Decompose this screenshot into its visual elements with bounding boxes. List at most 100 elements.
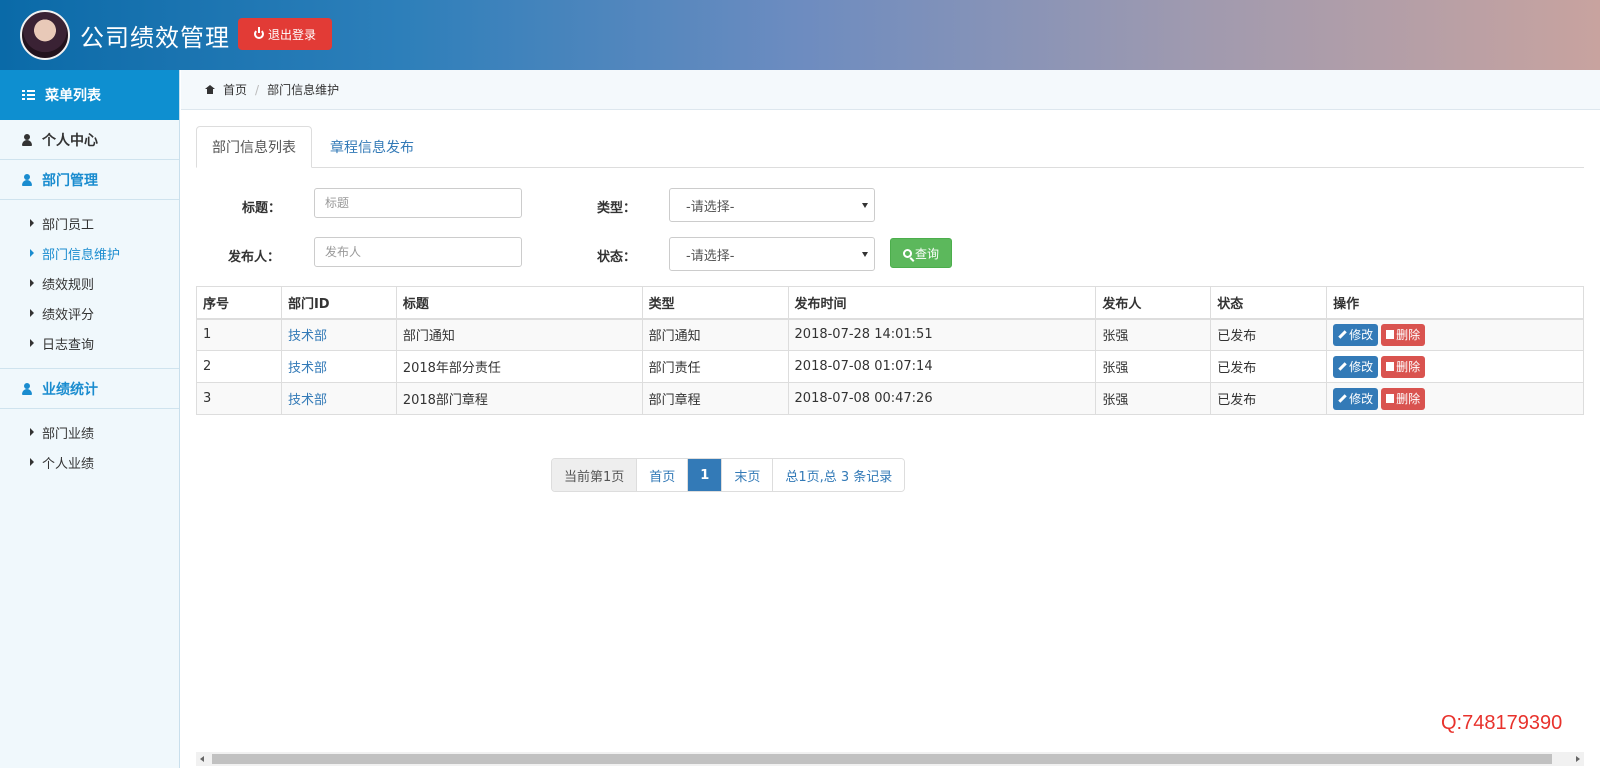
column-header: 发布时间 [787, 286, 1097, 320]
search-icon [902, 248, 912, 258]
cell-index: 1 [196, 318, 282, 351]
sidebar-item-label: 个人业绩 [42, 456, 95, 472]
query-button[interactable]: 查询 [890, 238, 952, 268]
sidebar-item-dept-info[interactable]: 部门信息维护 [0, 238, 179, 268]
pagination-last[interactable]: 末页 [722, 459, 774, 491]
delete-label: 删除 [1396, 392, 1421, 406]
app-title: 公司绩效管理 [80, 24, 230, 52]
caret-right-icon [30, 219, 34, 227]
user-icon [22, 173, 32, 186]
column-header: 操作 [1326, 286, 1584, 320]
sidebar-item-dept-staff[interactable]: 部门员工 [0, 208, 179, 238]
cell-status: 已发布 [1210, 350, 1328, 383]
sidebar-item-label: 绩效规则 [42, 277, 95, 293]
breadcrumb-home[interactable]: 首页 [223, 81, 247, 98]
tab-dept-info-list[interactable]: 部门信息列表 [196, 126, 312, 168]
cell-time: 2018-07-28 14:01:51 [787, 318, 1097, 351]
table-row: 3 技术部 2018部门章程 部门章程 2018-07-08 00:47:26 … [196, 382, 1584, 415]
delete-button[interactable]: 删除 [1381, 355, 1426, 378]
chevron-down-icon [862, 252, 868, 257]
sidebar-item-personal-performance[interactable]: 个人业绩 [0, 447, 179, 477]
edit-button[interactable]: 修改 [1333, 323, 1379, 346]
edit-label: 修改 [1349, 328, 1374, 343]
pencil-icon [1338, 394, 1347, 403]
watermark-text: Q:748179390 [1441, 712, 1563, 734]
type-select-value: -请选择- [686, 199, 735, 215]
sidebar-item-label: 个人中心 [42, 132, 98, 149]
column-header: 状态 [1210, 286, 1328, 320]
sidebar-item-label: 日志查询 [42, 337, 95, 353]
caret-right-icon [30, 339, 34, 347]
query-label: 查询 [914, 246, 939, 261]
dept-submenu: 部门员工 部门信息维护 绩效规则 绩效评分 日志查询 [0, 200, 179, 369]
pencil-icon [1338, 330, 1347, 339]
caret-right-icon [30, 279, 34, 287]
cell-type: 部门章程 [641, 382, 789, 415]
publisher-input[interactable] [314, 237, 522, 267]
sidebar-item-personal-center[interactable]: 个人中心 [0, 120, 179, 160]
delete-button[interactable]: 删除 [1381, 323, 1426, 346]
cell-time: 2018-07-08 01:07:14 [787, 350, 1097, 383]
table-row: 2 技术部 2018年部分责任 部门责任 2018-07-08 01:07:14… [196, 350, 1584, 383]
cell-type: 部门责任 [641, 350, 789, 383]
sidebar-item-label: 绩效评分 [42, 307, 95, 323]
pagination-current-info: 当前第1页 [552, 459, 638, 491]
edit-label: 修改 [1349, 392, 1374, 406]
type-label: 类型： [597, 201, 637, 216]
sidebar-item-perf-scoring[interactable]: 绩效评分 [0, 298, 179, 328]
sidebar-section-performance-stats[interactable]: 业绩统计 [0, 369, 179, 409]
cell-status: 已发布 [1210, 318, 1328, 351]
tab-charter-publish[interactable]: 章程信息发布 [312, 126, 432, 168]
chevron-down-icon [862, 203, 868, 208]
table-header-row: 序号 部门ID 标题 类型 发布时间 发布人 状态 操作 [196, 286, 1584, 320]
menu-header: 菜单列表 [0, 70, 179, 120]
caret-right-icon [30, 309, 34, 317]
cell-index: 3 [196, 382, 282, 415]
status-select[interactable]: -请选择- [669, 237, 875, 271]
sidebar-section-label: 业绩统计 [42, 381, 98, 398]
status-select-value: -请选择- [686, 248, 735, 264]
edit-button[interactable]: 修改 [1333, 387, 1379, 410]
horizontal-scrollbar[interactable] [196, 752, 1584, 766]
dept-link[interactable]: 技术部 [288, 361, 327, 376]
cell-publisher: 张强 [1095, 382, 1212, 415]
caret-right-icon [30, 249, 34, 257]
column-header: 标题 [395, 286, 643, 320]
dept-info-table: 序号 部门ID 标题 类型 发布时间 发布人 状态 操作 1 技术部 部门通知 … [196, 286, 1584, 415]
menu-title: 菜单列表 [45, 88, 101, 104]
title-label: 标题： [242, 201, 282, 216]
perf-submenu: 部门业绩 个人业绩 [0, 409, 179, 487]
pagination-page[interactable]: 1 [688, 459, 723, 491]
scroll-left-icon[interactable] [200, 756, 204, 762]
type-select[interactable]: -请选择- [669, 188, 875, 222]
cell-title: 部门通知 [395, 318, 643, 351]
pagination: 当前第1页 首页 1 末页 总1页,总 3 条记录 [551, 458, 906, 492]
sidebar-item-label: 部门信息维护 [42, 247, 121, 263]
scrollbar-thumb[interactable] [212, 754, 1552, 764]
edit-button[interactable]: 修改 [1333, 355, 1379, 378]
tab-bar: 部门信息列表 章程信息发布 [196, 126, 1584, 168]
sidebar-item-log-query[interactable]: 日志查询 [0, 328, 179, 358]
caret-right-icon [30, 458, 34, 466]
sidebar-section-dept-management[interactable]: 部门管理 [0, 160, 179, 200]
avatar [20, 10, 70, 60]
delete-label: 删除 [1396, 328, 1421, 343]
cell-actions: 修改 删除 [1326, 350, 1584, 383]
home-icon [205, 85, 215, 94]
caret-right-icon [30, 428, 34, 436]
sidebar-item-dept-performance[interactable]: 部门业绩 [0, 417, 179, 447]
delete-button[interactable]: 删除 [1381, 387, 1426, 410]
cell-publisher: 张强 [1095, 318, 1212, 351]
cell-publisher: 张强 [1095, 350, 1212, 383]
delete-label: 删除 [1396, 360, 1421, 374]
pagination-first[interactable]: 首页 [637, 459, 689, 491]
sidebar: 菜单列表 个人中心 部门管理 部门员工 部门信息维护 绩效规则 绩效评分 日志查… [0, 70, 180, 768]
logout-button[interactable]: 退出登录 [238, 18, 332, 50]
dept-link[interactable]: 技术部 [288, 329, 327, 344]
column-header: 发布人 [1095, 286, 1212, 320]
sidebar-item-perf-rules[interactable]: 绩效规则 [0, 268, 179, 298]
title-input[interactable] [314, 188, 522, 218]
scroll-right-icon[interactable] [1576, 756, 1580, 762]
column-header: 序号 [196, 286, 282, 320]
dept-link[interactable]: 技术部 [288, 393, 327, 408]
